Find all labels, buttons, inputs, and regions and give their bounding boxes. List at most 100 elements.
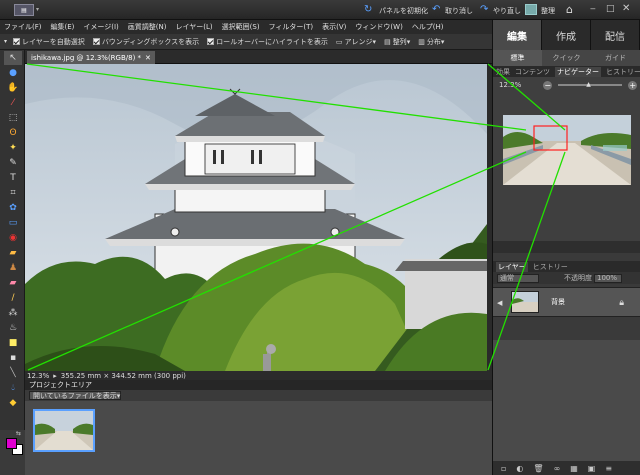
navigator-zoom-slider[interactable]: ▲ (558, 81, 623, 88)
lock-icon: 🔒︎ (619, 298, 624, 308)
layer-row[interactable]: ◀ 背景 🔒︎ (493, 287, 640, 317)
bounding-box-option[interactable]: バウンディングボックスを表示 (92, 37, 199, 47)
panel-tab-layers[interactable]: レイヤー (496, 261, 528, 272)
healing-brush-tool-icon[interactable]: ▰ (4, 246, 22, 260)
app-menu-chevron-icon[interactable]: ▾ (36, 6, 39, 13)
adjustment-layer-icon[interactable]: ◐ (516, 464, 523, 473)
reset-panels-button[interactable]: パネルを初期化 (379, 6, 428, 16)
marquee-tool-icon[interactable]: ⬚ (4, 111, 22, 125)
distribute-chevron-icon: ▾ (440, 37, 445, 46)
swap-colors-icon[interactable]: ⇆ (16, 430, 21, 437)
tool-preset-dropdown[interactable]: ▾ (4, 38, 7, 45)
project-bin-dropdown[interactable]: 開いているファイルを表示 ▾ (29, 391, 121, 400)
zoom-tool-icon[interactable]: ● (4, 66, 22, 80)
layer-visibility-icon[interactable]: ◀ (497, 299, 502, 307)
maximize-button[interactable]: □ (606, 4, 615, 14)
zoom-in-icon[interactable]: + (628, 80, 638, 90)
subtab-full[interactable]: 標準 (493, 50, 542, 66)
tab-edit[interactable]: 編集 (493, 20, 542, 50)
panel-tab-effects[interactable]: 効果 (496, 67, 510, 77)
panel-menu-icon[interactable]: ≡ (605, 464, 612, 473)
subtab-quick[interactable]: クイック (542, 50, 591, 66)
hand-tool-icon[interactable]: ✋ (4, 81, 22, 95)
mode-tabs: 編集 作成 配信 (493, 20, 640, 50)
distribute-button[interactable]: ▥ 分布 ▾ (418, 37, 444, 47)
type-tool-icon[interactable]: T (4, 171, 22, 185)
line-tool-icon[interactable]: ╲ (4, 366, 22, 380)
menu-edit[interactable]: 編集(E) (51, 22, 75, 32)
blur-tool-icon[interactable]: 💧︎ (4, 381, 22, 395)
straighten-tool-icon[interactable]: ▭ (4, 216, 22, 230)
panel-tab-navigator[interactable]: ナビゲーター (555, 66, 601, 77)
home-icon[interactable]: ⌂ (566, 3, 573, 16)
castle-photo (25, 64, 487, 371)
menu-file[interactable]: ファイル(F) (4, 22, 42, 32)
panel-tab-content[interactable]: コンテンツ (515, 67, 550, 77)
foreground-color-swatch[interactable] (6, 438, 17, 449)
sponge-tool-icon[interactable]: ◆ (4, 396, 22, 410)
eyedropper-tool-icon[interactable]: ⁄ (4, 96, 22, 110)
blend-mode-dropdown[interactable]: 通常 (497, 273, 539, 283)
organize-button[interactable]: 整理 (541, 6, 555, 16)
app-menu-icon[interactable]: ▤ (14, 4, 34, 16)
subtab-guided[interactable]: ガイド (591, 50, 640, 66)
clone-stamp-tool-icon[interactable]: ♟ (4, 261, 22, 275)
quick-selection-tool-icon[interactable]: ✎ (4, 156, 22, 170)
menu-window[interactable]: ウィンドウ(W) (355, 22, 402, 32)
move-tool-icon[interactable]: ↖ (4, 51, 22, 65)
menu-select[interactable]: 選択範囲(S) (222, 22, 260, 32)
gradient-tool-icon[interactable]: ■ (4, 336, 22, 350)
smart-brush-tool-icon[interactable]: ⁂ (4, 306, 22, 320)
align-button[interactable]: ▤ 整列 ▾ (384, 37, 410, 47)
image-canvas[interactable] (25, 64, 487, 371)
redo-button[interactable]: やり直し (493, 6, 521, 16)
lock-pixels-icon[interactable]: ▦ (570, 464, 578, 473)
slider-thumb[interactable]: ▲ (586, 81, 591, 88)
menu-layer[interactable]: レイヤー(L) (175, 22, 212, 32)
document-tab[interactable]: ishikawa.jpg @ 12.3%(RGB/8) * ✕ (27, 51, 155, 64)
menu-filter[interactable]: フィルター(T) (269, 22, 314, 32)
document-close-icon[interactable]: ✕ (145, 54, 151, 62)
layers-bottom-bar: ▫ ◐ 🗑︎ ∞ ▦ ▣ ≡ (493, 461, 640, 475)
red-eye-tool-icon[interactable]: ◉ (4, 231, 22, 245)
rollover-checkbox[interactable] (207, 38, 215, 45)
panel-tab-history-2[interactable]: ヒストリー (533, 262, 568, 272)
cookie-cutter-tool-icon[interactable]: ✿ (4, 201, 22, 215)
bounding-box-checkbox[interactable] (92, 38, 100, 45)
opacity-field[interactable]: 100% (594, 273, 622, 283)
tab-share[interactable]: 配信 (591, 20, 640, 50)
project-bin-thumbnail[interactable] (33, 409, 95, 452)
navigator-zoom-value[interactable]: 12.3% (499, 81, 521, 89)
link-icon[interactable]: ∞ (554, 464, 561, 473)
zoom-out-icon[interactable]: − (543, 80, 553, 90)
status-arrow-icon: ▸ (53, 371, 57, 380)
new-layer-icon[interactable]: ▫ (501, 464, 506, 473)
brush-tool-icon[interactable]: / (4, 291, 22, 305)
minimize-button[interactable]: ‒ (590, 4, 596, 14)
layer-thumbnail-image (512, 292, 538, 312)
menu-enhance[interactable]: 画質調整(N) (128, 22, 167, 32)
crop-tool-icon[interactable]: ⌗ (4, 186, 22, 200)
menu-image[interactable]: イメージ(I) (83, 22, 118, 32)
auto-select-checkbox[interactable] (13, 38, 21, 45)
shape-tool-icon[interactable]: ▪ (4, 351, 22, 365)
panel-tab-history[interactable]: ヒストリー (606, 67, 640, 77)
paint-bucket-tool-icon[interactable]: ♨ (4, 321, 22, 335)
close-button[interactable]: ✕ (622, 3, 630, 14)
menu-view[interactable]: 表示(V) (322, 22, 346, 32)
rollover-option[interactable]: ロールオーバーにハイライトを表示 (207, 37, 328, 47)
status-zoom[interactable]: 12.3% (27, 372, 49, 380)
undo-button[interactable]: 取り消し (445, 6, 473, 16)
auto-select-option[interactable]: レイヤーを自動選択 (13, 37, 85, 47)
arrange-button[interactable]: ▭ アレンジ ▾ (336, 37, 376, 47)
navigator-thumbnail[interactable] (503, 115, 631, 185)
distribute-label: 分布 (426, 37, 441, 46)
navigator-zoom-row: 12.3% − ▲ + (493, 77, 640, 93)
lasso-tool-icon[interactable]: ʘ (4, 126, 22, 140)
lock-all-icon[interactable]: ▣ (588, 464, 596, 473)
trash-icon[interactable]: 🗑︎ (533, 464, 543, 473)
magic-wand-tool-icon[interactable]: ✦ (4, 141, 22, 155)
tab-create[interactable]: 作成 (542, 20, 591, 50)
eraser-tool-icon[interactable]: ▰ (4, 276, 22, 290)
menu-help[interactable]: ヘルプ(H) (412, 22, 444, 32)
